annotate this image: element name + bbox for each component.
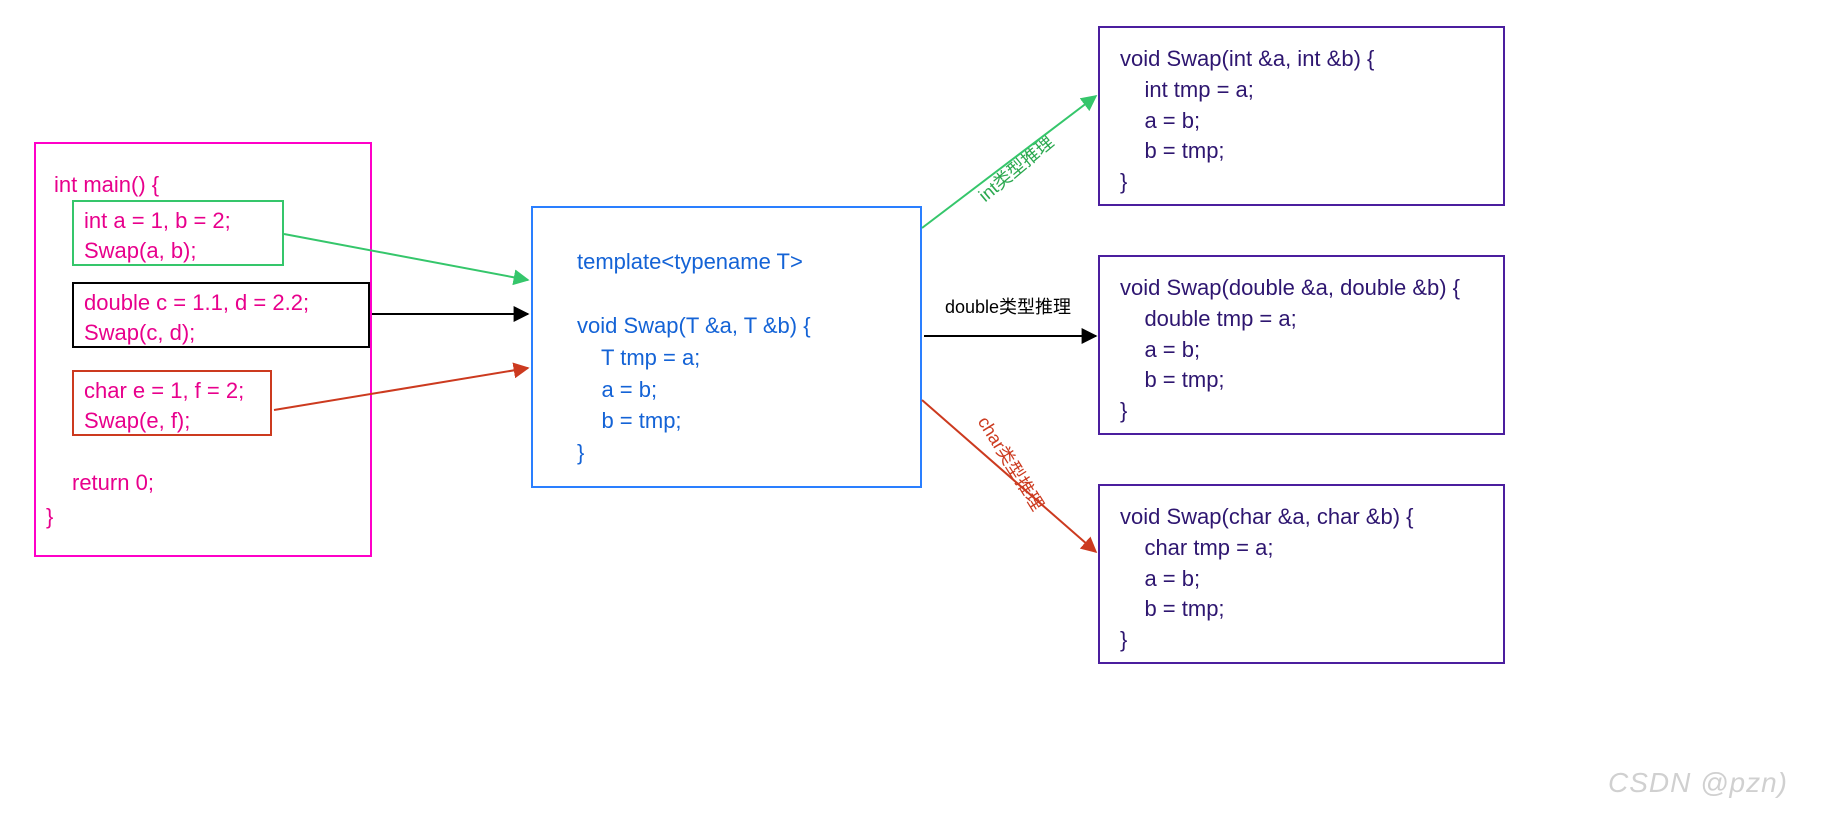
instantiation-int-code: void Swap(int &a, int &b) { int tmp = a;… [1100,28,1503,214]
code-double-call: double c = 1.1, d = 2.2; Swap(c, d); [84,290,309,345]
template-box: template<typename T> void Swap(T &a, T &… [531,206,922,488]
return-line: return 0; [72,470,154,496]
template-code: template<typename T> void Swap(T &a, T &… [577,246,811,469]
arrow-label-char: char类型推理 [972,411,1051,516]
code-char-call: char e = 1, f = 2; Swap(e, f); [84,378,244,433]
instantiation-char-box: void Swap(char &a, char &b) { char tmp =… [1098,484,1505,664]
main-title: int main() { [54,172,159,198]
arrow-label-int: int类型推理 [972,129,1058,207]
diagram: int main() { int a = 1, b = 2; Swap(a, b… [0,0,1828,817]
call-block-char: char e = 1, f = 2; Swap(e, f); [72,370,272,436]
code-int-call: int a = 1, b = 2; Swap(a, b); [84,208,231,263]
instantiation-double-box: void Swap(double &a, double &b) { double… [1098,255,1505,435]
call-block-int: int a = 1, b = 2; Swap(a, b); [72,200,284,266]
instantiation-char-code: void Swap(char &a, char &b) { char tmp =… [1100,486,1503,672]
instantiation-double-code: void Swap(double &a, double &b) { double… [1100,257,1503,443]
call-block-double: double c = 1.1, d = 2.2; Swap(c, d); [72,282,370,348]
main-close-brace: } [46,504,53,530]
instantiation-int-box: void Swap(int &a, int &b) { int tmp = a;… [1098,26,1505,206]
arrow-label-double: double类型推理 [945,293,1071,319]
watermark: CSDN @pzn) [1608,767,1788,799]
main-box: int main() { int a = 1, b = 2; Swap(a, b… [34,142,372,557]
